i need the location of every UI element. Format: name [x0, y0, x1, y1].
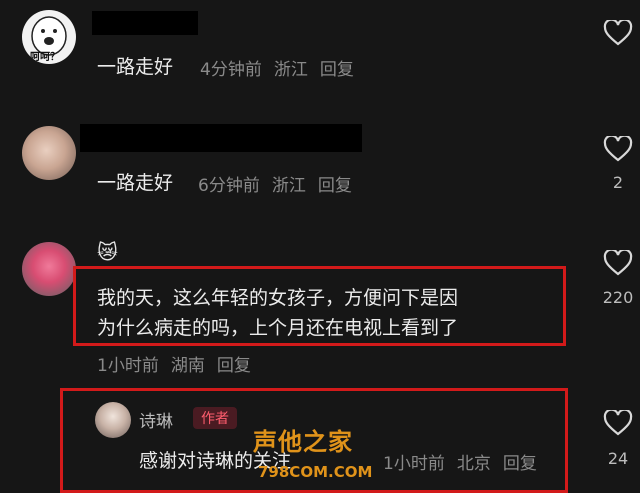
comment-meta: 6分钟前 浙江 回复 — [198, 171, 352, 196]
comment-time: 4分钟前 — [200, 60, 262, 80]
comment-text-line-1: 我的天，这么年轻的女孩子，方便问下是因 — [97, 287, 459, 309]
comment-time: 6分钟前 — [198, 176, 260, 196]
comment-text: 一路走好 — [97, 172, 174, 194]
author-name[interactable]: 诗琳 — [139, 407, 173, 432]
emoji-icon: 😿 — [97, 240, 118, 264]
comment-location: 浙江 — [273, 60, 308, 80]
comment-meta: 4分钟前 浙江 回复 — [200, 55, 354, 80]
comment-text-line-2: 为什么病走的吗，上个月还在电视上看到了 — [97, 317, 459, 339]
redacted-username — [80, 124, 362, 152]
comment-time: 1小时前 — [97, 356, 159, 376]
cartoon-face-avatar[interactable]: 呵呵？ — [22, 10, 76, 64]
heart-outline-icon[interactable] — [603, 410, 633, 436]
avatar-caption: 呵呵？ — [30, 52, 60, 63]
comment-meta: 1小时前 北京 回复 — [383, 449, 537, 474]
comment-time: 1小时前 — [383, 454, 445, 474]
comment-location: 北京 — [456, 454, 491, 474]
comment-location: 浙江 — [271, 176, 306, 196]
reply-button[interactable]: 回复 — [503, 454, 537, 474]
reply-button[interactable]: 回复 — [320, 60, 354, 80]
like-count: 220 — [602, 288, 634, 307]
author-badge: 作者 — [193, 407, 237, 429]
reply-button[interactable]: 回复 — [318, 176, 352, 196]
heart-outline-icon[interactable] — [603, 250, 633, 276]
pink-toy-avatar[interactable] — [22, 242, 76, 296]
comment-meta: 1小时前 湖南 回复 — [97, 351, 251, 376]
reply-button[interactable]: 回复 — [217, 356, 251, 376]
watermark-domain: 798COM.COM — [258, 463, 373, 481]
comment-location: 湖南 — [170, 356, 205, 376]
comment-text: 一路走好 — [97, 56, 174, 78]
redacted-username — [92, 11, 198, 35]
hand-photo-avatar[interactable] — [22, 126, 76, 180]
girl-photo-avatar[interactable] — [95, 402, 131, 438]
heart-outline-icon[interactable] — [603, 20, 633, 46]
like-count: 24 — [607, 449, 629, 468]
like-count: 2 — [612, 173, 624, 192]
watermark-logo-text: 声他之家 — [253, 428, 353, 456]
heart-outline-icon[interactable] — [603, 136, 633, 162]
